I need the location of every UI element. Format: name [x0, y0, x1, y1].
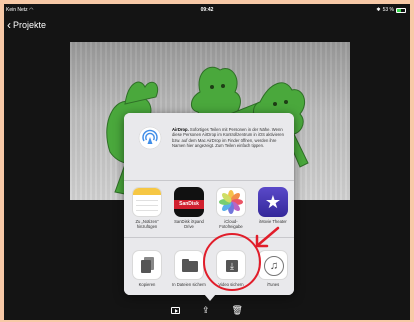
- status-right: ✱ 53 %: [376, 4, 406, 16]
- bottom-toolbar: ⇪ 🗑: [4, 300, 410, 320]
- airdrop-section[interactable]: AirDrop. Sofortiges Teilen mit Personen …: [124, 113, 294, 181]
- sandisk-icon: SanDisk: [174, 187, 204, 217]
- share-app-label: Zu „Notizen“ hinzufügen: [135, 219, 159, 229]
- bluetooth-icon: ✱: [376, 7, 381, 13]
- annotation-arrow-icon: [255, 226, 280, 248]
- trash-icon[interactable]: 🗑: [232, 304, 243, 316]
- copy-icon: [132, 250, 162, 280]
- itunes-icon: ♫: [258, 250, 288, 280]
- airdrop-icon: [138, 126, 162, 150]
- airdrop-title: AirDrop.: [172, 127, 189, 132]
- action-copy[interactable]: Kopieren: [130, 250, 164, 287]
- airdrop-body: Sofortiges Teilen mit Personen in der Nä…: [172, 127, 284, 148]
- ipad-screen: Kein Netz ◠ 09:42 ✱ 53 % ‹ Projekte AirD…: [4, 4, 410, 320]
- status-bar: Kein Netz ◠ 09:42 ✱ 53 %: [4, 4, 410, 16]
- battery-percent: 53 %: [382, 7, 394, 13]
- back-label: Projekte: [13, 20, 47, 30]
- folder-icon: [174, 250, 204, 280]
- battery-fill: [397, 8, 402, 12]
- airdrop-description: AirDrop. Sofortiges Teilen mit Personen …: [172, 127, 290, 148]
- share-app-notes[interactable]: Zu „Notizen“ hinzufügen: [130, 187, 164, 229]
- share-icon[interactable]: ⇪: [202, 304, 210, 316]
- notes-icon: [132, 187, 162, 217]
- action-label: Kopieren: [138, 282, 156, 287]
- back-button[interactable]: ‹ Projekte: [4, 17, 46, 33]
- action-label: iTunes: [266, 282, 280, 287]
- action-itunes[interactable]: ♫ iTunes: [256, 250, 290, 287]
- action-label: In Dateien sichern: [172, 282, 206, 287]
- status-time: 09:42: [200, 7, 214, 13]
- imovie-icon: ★: [258, 187, 288, 217]
- battery-icon: [396, 7, 406, 13]
- share-app-sandisk[interactable]: SanDisk SanDisk iXpand Drive: [172, 187, 206, 229]
- share-app-label: iMovie Theater: [259, 219, 287, 224]
- share-app-label: SanDisk iXpand Drive: [174, 219, 204, 229]
- sandisk-badge: SanDisk: [174, 200, 204, 209]
- photos-flower-icon: [219, 190, 243, 214]
- share-app-label: iCloud-Fotofreigabe: [219, 219, 243, 229]
- action-save-to-files[interactable]: In Dateien sichern: [172, 250, 206, 287]
- chevron-left-icon: ‹: [7, 18, 11, 32]
- share-app-imovie[interactable]: ★ iMovie Theater: [256, 187, 290, 224]
- share-app-icloud-photos[interactable]: iCloud-Fotofreigabe: [214, 187, 248, 229]
- photos-icon: [216, 187, 246, 217]
- play-icon[interactable]: [171, 306, 180, 314]
